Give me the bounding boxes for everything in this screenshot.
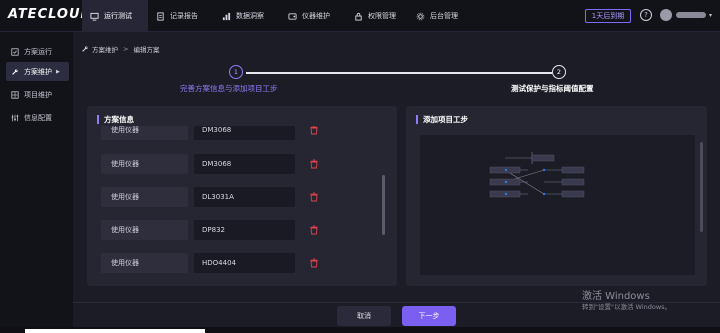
instrument-select[interactable]: DL3031A — [194, 187, 295, 207]
panel-title: 添加项目工步 — [416, 115, 468, 124]
step-progress-line — [246, 72, 552, 74]
trash-icon[interactable] — [309, 192, 319, 202]
list-item: 使用仪器 DL3031A — [87, 187, 397, 209]
sidebar-item-info-config[interactable]: 信息配置 — [6, 108, 69, 127]
step-1-label: 完善方案信息与添加项目工步 — [180, 84, 278, 93]
nav-item-instruments[interactable]: 仪器维护 — [280, 0, 346, 32]
breadcrumb-separator: > — [123, 45, 129, 53]
flow-diagram — [489, 152, 585, 198]
sidebar-item-project-maintain[interactable]: 项目维护 — [6, 85, 69, 104]
main-nav: 运行测试 记录报告 数据洞察 仪器维护 权限管理 后台管理 — [82, 0, 474, 32]
instrument-icon — [288, 12, 297, 21]
instrument-select[interactable]: DP832 — [194, 220, 295, 240]
list-item: 使用仪器 DM3068 — [87, 154, 397, 176]
breadcrumb-current: 编辑方案 — [133, 46, 160, 54]
row-label: 使用仪器 — [101, 126, 188, 140]
help-icon[interactable]: ? — [640, 9, 652, 21]
nav-item-label: 后台管理 — [430, 12, 458, 20]
wrench-icon — [81, 45, 89, 53]
sidebar-item-scheme-maintain[interactable]: 方案维护 ▶ — [6, 62, 69, 81]
nav-item-label: 权限管理 — [368, 12, 396, 20]
sidebar: 方案运行 方案维护 ▶ 项目维护 信息配置 — [0, 32, 73, 333]
sliders-icon — [11, 114, 19, 122]
nav-item-permissions[interactable]: 权限管理 — [346, 0, 408, 32]
row-label: 使用仪器 — [101, 187, 188, 207]
add-project-step-panel: 添加项目工步 — [406, 106, 707, 286]
nav-item-data-insight[interactable]: 数据洞察 — [214, 0, 280, 32]
nav-item-label: 运行测试 — [104, 12, 132, 20]
nav-item-label: 记录报告 — [170, 12, 198, 20]
row-label: 使用仪器 — [101, 253, 188, 273]
user-menu[interactable]: ▾ — [660, 9, 712, 21]
app-logo[interactable]: ATECLOUD — [8, 7, 92, 22]
flow-canvas[interactable] — [420, 135, 695, 275]
main-content: 方案维护 > 编辑方案 1 2 完善方案信息与添加项目工步 测试保护与指标阈值配… — [73, 32, 720, 302]
top-bar: ATECLOUD 运行测试 记录报告 数据洞察 仪器维护 权限管理 后台管理 1… — [0, 0, 720, 32]
list-item: 使用仪器 DM3068 — [87, 126, 397, 142]
play-icon — [11, 47, 19, 56]
trash-icon[interactable] — [309, 159, 319, 169]
user-name-redacted — [676, 12, 706, 18]
step-2-label: 测试保护与指标阈值配置 — [511, 84, 594, 93]
windows-activation-watermark: 激活 Windows — [582, 291, 650, 302]
row-label: 使用仪器 — [101, 220, 188, 240]
chevron-down-icon: ▾ — [709, 11, 713, 19]
instrument-select[interactable]: HDO4404 — [194, 253, 295, 273]
nav-item-run-test[interactable]: 运行测试 — [82, 0, 148, 32]
cancel-button[interactable]: 取消 — [337, 306, 391, 326]
trash-icon[interactable] — [309, 126, 319, 135]
nav-item-reports[interactable]: 记录报告 — [148, 0, 214, 32]
instrument-select[interactable]: DM3068 — [194, 154, 295, 174]
sidebar-item-label: 方案运行 — [24, 47, 52, 56]
wrench-icon — [11, 68, 19, 76]
monitor-icon — [90, 12, 99, 21]
trial-expiry-badge[interactable]: 1天后到期 — [585, 9, 631, 23]
list-item: 使用仪器 DP832 — [87, 220, 397, 242]
panel-title: 方案信息 — [97, 115, 134, 124]
trash-icon[interactable] — [309, 258, 319, 268]
nav-item-label: 数据洞察 — [236, 12, 264, 20]
grid-icon — [11, 90, 19, 99]
lock-icon — [354, 12, 363, 21]
instrument-select[interactable]: DM3068 — [194, 126, 295, 140]
report-icon — [156, 11, 165, 21]
sidebar-item-scheme-run[interactable]: 方案运行 — [6, 42, 69, 61]
sidebar-item-label: 信息配置 — [24, 113, 52, 122]
step-1-indicator: 1 — [229, 65, 243, 79]
sidebar-item-label: 方案维护 — [24, 67, 52, 76]
next-step-button[interactable]: 下一步 — [402, 306, 456, 326]
trash-icon[interactable] — [309, 225, 319, 235]
windows-activation-hint: 转到"设置"以激活 Windows。 — [582, 303, 672, 311]
list-item: 使用仪器 HDO4404 — [87, 253, 397, 275]
avatar — [660, 9, 672, 21]
step-2-indicator: 2 — [552, 65, 566, 79]
sidebar-item-label: 项目维护 — [24, 90, 52, 99]
caret-right-icon: ▶ — [56, 68, 60, 75]
instrument-list[interactable]: 使用仪器 DM3068 使用仪器 DM3068 使用仪器 DL3031A 使用仪… — [87, 126, 397, 276]
breadcrumb: 方案维护 > 编辑方案 — [81, 44, 159, 54]
bottom-panel-edge — [25, 329, 205, 333]
scheme-info-panel: 方案信息 使用仪器 DM3068 使用仪器 DM3068 使用仪器 DL3031… — [87, 106, 397, 286]
chart-icon — [222, 12, 231, 21]
breadcrumb-root[interactable]: 方案维护 — [92, 44, 118, 54]
nav-item-label: 仪器维护 — [302, 12, 330, 20]
settings-icon — [416, 12, 425, 21]
scrollbar[interactable] — [700, 142, 703, 232]
nav-item-admin[interactable]: 后台管理 — [408, 0, 474, 32]
scrollbar[interactable] — [382, 175, 385, 235]
row-label: 使用仪器 — [101, 154, 188, 174]
